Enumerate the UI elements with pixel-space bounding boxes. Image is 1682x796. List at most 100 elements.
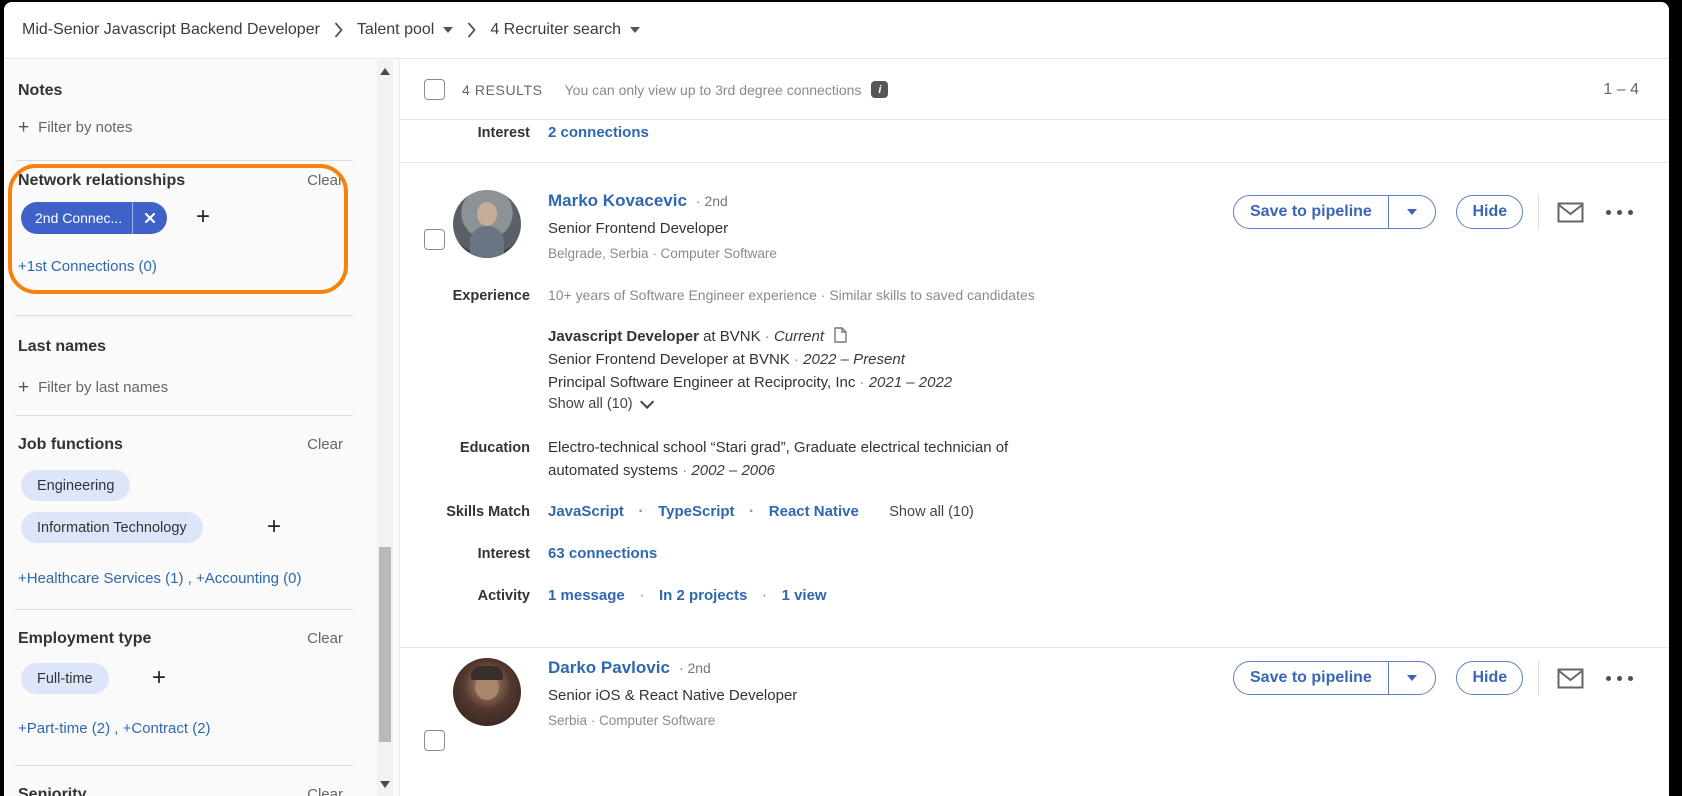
experience-label: Experience bbox=[400, 288, 530, 304]
candidate-avatar[interactable] bbox=[453, 658, 521, 726]
document-icon[interactable] bbox=[834, 327, 847, 343]
skill-link[interactable]: React Native bbox=[769, 503, 859, 520]
add-network-filter-button[interactable]: + bbox=[196, 205, 210, 229]
sidebar-scrollbar[interactable] bbox=[377, 60, 393, 796]
divider bbox=[1538, 194, 1539, 230]
skill-link[interactable]: TypeScript bbox=[658, 503, 734, 520]
filter-by-last-names-button[interactable]: + Filter by last names bbox=[18, 378, 168, 397]
projects-link[interactable]: In 2 projects bbox=[659, 587, 747, 604]
filter-by-notes-button[interactable]: + Filter by notes bbox=[18, 118, 132, 137]
employment-type-clear-button[interactable]: Clear bbox=[307, 630, 343, 647]
plus-icon: + bbox=[18, 118, 29, 137]
activity-row: Activity 1 message · In 2 projects · 1 v… bbox=[400, 587, 827, 605]
interest-label: Interest bbox=[400, 546, 530, 562]
hide-button[interactable]: Hide bbox=[1456, 661, 1523, 695]
add-job-function-button[interactable]: + bbox=[267, 515, 281, 539]
app-window: Mid-Senior Javascript Backend Developer … bbox=[4, 2, 1669, 796]
skills-row: Skills Match JavaScript · TypeScript · R… bbox=[400, 503, 974, 521]
job-function-suggestions-link[interactable]: +Healthcare Services (1) , +Accounting (… bbox=[18, 570, 301, 587]
candidate-checkbox[interactable] bbox=[424, 730, 445, 751]
breadcrumb-project[interactable]: Mid-Senior Javascript Backend Developer bbox=[22, 21, 320, 39]
remove-filter-button[interactable] bbox=[132, 202, 167, 234]
candidate-name-row: Darko Pavlovic · 2nd bbox=[548, 658, 711, 678]
network-filter-pill[interactable]: 2nd Connec... bbox=[21, 202, 167, 234]
chevron-down-icon bbox=[640, 395, 654, 409]
add-employment-type-button[interactable]: + bbox=[152, 666, 166, 690]
select-all-checkbox[interactable] bbox=[424, 79, 445, 100]
experience-summary: 10+ years of Software Engineer experienc… bbox=[548, 287, 1035, 303]
candidate-name-link[interactable]: Darko Pavlovic bbox=[548, 658, 670, 678]
caret-down-icon bbox=[443, 27, 453, 33]
job-function-pill-engineering[interactable]: Engineering bbox=[21, 470, 130, 501]
caret-down-icon bbox=[1407, 675, 1417, 681]
education-row: Education Electro-technical school “Star… bbox=[400, 436, 1063, 482]
activity-links: 1 message · In 2 projects · 1 view bbox=[548, 587, 827, 605]
partial-result-row: Interest 2 connections bbox=[400, 124, 649, 141]
breadcrumb-recruiter-search-dropdown[interactable]: 4 Recruiter search bbox=[490, 21, 640, 39]
pagination-range: 1 – 4 bbox=[1603, 81, 1639, 99]
position-current: Javascript Developer at BVNK · Current bbox=[548, 325, 952, 348]
divider bbox=[15, 160, 353, 161]
notes-title: Notes bbox=[18, 82, 62, 100]
messages-link[interactable]: 1 message bbox=[548, 587, 625, 604]
info-icon[interactable]: i bbox=[871, 81, 888, 98]
divider bbox=[15, 609, 353, 610]
divider bbox=[15, 315, 353, 316]
show-all-skills-button[interactable]: Show all (10) bbox=[889, 504, 974, 520]
interest-row: Interest 63 connections bbox=[400, 545, 657, 562]
seniority-clear-button[interactable]: Clear bbox=[307, 786, 343, 796]
candidate-actions: Save to pipeline Hide bbox=[1233, 194, 1633, 230]
candidate-headline: Senior iOS & React Native Developer bbox=[548, 687, 797, 704]
network-clear-button[interactable]: Clear bbox=[307, 172, 343, 189]
divider bbox=[400, 162, 1669, 163]
results-notice: You can only view up to 3rd degree conne… bbox=[565, 82, 862, 98]
filter-section-seniority: Seniority Clear bbox=[18, 786, 343, 796]
views-link[interactable]: 1 view bbox=[782, 587, 827, 604]
last-names-title: Last names bbox=[18, 338, 106, 356]
job-function-pill-it[interactable]: Information Technology bbox=[21, 512, 203, 543]
breadcrumb-chevron-icon bbox=[467, 22, 476, 38]
save-to-pipeline-button[interactable]: Save to pipeline bbox=[1233, 661, 1436, 695]
plus-icon: + bbox=[18, 378, 29, 397]
message-button[interactable] bbox=[1557, 668, 1584, 689]
close-icon bbox=[144, 212, 156, 224]
show-all-positions-button[interactable]: Show all (10) bbox=[548, 396, 650, 412]
employment-pill-fulltime[interactable]: Full-time bbox=[21, 663, 109, 694]
save-dropdown-button[interactable] bbox=[1389, 196, 1435, 228]
filter-section-job-functions: Job functions Clear bbox=[18, 436, 343, 454]
skill-link[interactable]: JavaScript bbox=[548, 503, 624, 520]
message-button[interactable] bbox=[1557, 202, 1584, 223]
employment-type-title: Employment type bbox=[18, 630, 151, 648]
interest-label: Interest bbox=[400, 125, 530, 141]
job-functions-clear-button[interactable]: Clear bbox=[307, 436, 343, 453]
candidate-avatar[interactable] bbox=[453, 190, 521, 258]
connections-link[interactable]: 63 connections bbox=[548, 545, 657, 562]
add-1st-connections-link[interactable]: +1st Connections (0) bbox=[18, 258, 157, 275]
breadcrumb-chevron-icon bbox=[334, 22, 343, 38]
envelope-icon bbox=[1557, 202, 1584, 223]
skills-match-label: Skills Match bbox=[400, 504, 530, 520]
hide-button[interactable]: Hide bbox=[1456, 195, 1523, 229]
breadcrumb-talent-pool-dropdown[interactable]: Talent pool bbox=[357, 21, 453, 39]
filter-section-employment-type: Employment type Clear bbox=[18, 630, 343, 648]
scroll-down-icon[interactable] bbox=[380, 781, 390, 788]
scroll-up-icon[interactable] bbox=[380, 68, 390, 75]
save-to-pipeline-button[interactable]: Save to pipeline bbox=[1233, 195, 1436, 229]
candidate-name-link[interactable]: Marko Kovacevic bbox=[548, 191, 687, 211]
save-dropdown-button[interactable] bbox=[1389, 662, 1435, 694]
caret-down-icon bbox=[1407, 209, 1417, 215]
connections-link[interactable]: 2 connections bbox=[548, 124, 649, 141]
candidate-location: Belgrade, Serbia · Computer Software bbox=[548, 246, 777, 261]
candidate-actions: Save to pipeline Hide bbox=[1233, 660, 1633, 696]
more-options-button[interactable] bbox=[1606, 210, 1633, 215]
filter-by-last-names-label: Filter by last names bbox=[38, 379, 168, 396]
more-options-button[interactable] bbox=[1606, 676, 1633, 681]
employment-type-suggestions-link[interactable]: +Part-time (2) , +Contract (2) bbox=[18, 720, 211, 737]
filter-by-notes-label: Filter by notes bbox=[38, 119, 132, 136]
scrollbar-thumb[interactable] bbox=[379, 547, 391, 742]
positions-list: Javascript Developer at BVNK · Current S… bbox=[548, 325, 952, 394]
filters-sidebar: Notes + Filter by notes Network relation… bbox=[4, 60, 400, 796]
breadcrumb-recruiter-search-label: 4 Recruiter search bbox=[490, 21, 621, 39]
candidate-name-row: Marko Kovacevic · 2nd bbox=[548, 191, 728, 211]
candidate-checkbox[interactable] bbox=[424, 229, 445, 250]
